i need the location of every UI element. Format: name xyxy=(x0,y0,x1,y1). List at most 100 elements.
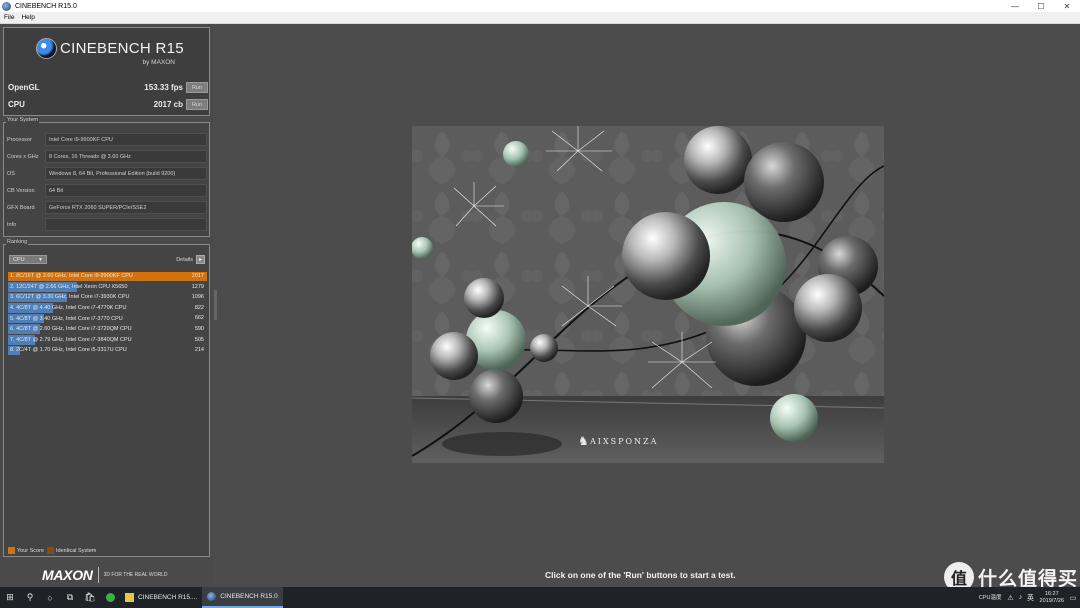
opengl-value: 153.33 fps xyxy=(144,83,183,92)
footer-divider xyxy=(97,567,99,583)
task-label: CINEBENCH R15.... xyxy=(138,594,198,601)
ranking-row-label: 4. 4C/8T @ 4.40 GHz, Intel Core i7-4770K… xyxy=(10,305,127,312)
system-row-processor: Processor Intel Core i9-9900KF CPU xyxy=(7,133,207,146)
cpu-run-button[interactable]: Run xyxy=(186,99,208,110)
window-title: CINEBENCH R15.0 xyxy=(15,2,77,10)
ranking-row-score: 2017 xyxy=(191,273,204,279)
ranking-row-label: 3. 6C/12T @ 3.30 GHz, Intel Core i7-3930… xyxy=(10,294,130,301)
cinebench-task-icon xyxy=(207,592,217,601)
system-value[interactable]: Intel Core i9-9900KF CPU xyxy=(45,133,207,146)
folder-icon xyxy=(125,593,134,602)
system-tray: CPU温度 ⚠ ♪ 英 16:27 2019/7/26 ▭ xyxy=(975,587,1078,608)
task-view-icon[interactable]: ⧉ xyxy=(60,587,80,608)
maximize-button[interactable]: ☐ xyxy=(1028,0,1054,12)
logo-by-maxon: by MAXON xyxy=(142,59,175,66)
details-label[interactable]: Details xyxy=(176,257,193,263)
maxon-tagline: 3D FOR THE REAL WORLD xyxy=(103,572,168,578)
ranking-row[interactable]: 3. 6C/12T @ 3.30 GHz, Intel Core i7-3930… xyxy=(8,292,207,303)
ranking-row[interactable]: 7. 4C/8T @ 2.79 GHz, Intel Core i7-3840Q… xyxy=(8,335,207,346)
cortana-icon[interactable]: ○ xyxy=(40,587,60,608)
render-preview-image: ♞ AIXSPONZA xyxy=(412,126,884,463)
opengl-label: OpenGL xyxy=(8,83,40,92)
system-key: OS xyxy=(7,170,15,177)
info-input[interactable] xyxy=(45,218,207,231)
legend-identical-system: Identical System xyxy=(56,547,97,554)
details-arrow-button[interactable]: ▸ xyxy=(196,255,205,264)
ranking-row[interactable]: 4. 4C/8T @ 4.40 GHz, Intel Core i7-4770K… xyxy=(8,303,207,314)
ranking-row-label: 5. 4C/8T @ 3.40 GHz, Intel Core i7-3770 … xyxy=(10,315,123,322)
ranking-row-score: 214 xyxy=(194,347,204,354)
cpu-value: 2017 cb xyxy=(153,100,183,109)
ranking-row-score: 1279 xyxy=(191,283,204,290)
ranking-row[interactable]: 2. 12C/24T @ 2.66 GHz, Intel Xeon CPU X5… xyxy=(8,282,207,293)
menu-file[interactable]: File xyxy=(0,14,17,21)
speaker-icon[interactable]: ♪ xyxy=(1016,594,1026,601)
ranking-row-label: 8. 2C/4T @ 1.70 GHz, Intel Core i5-3317U… xyxy=(10,347,127,354)
taskbar-task-cinebench[interactable]: CINEBENCH R15.0 xyxy=(202,587,283,608)
system-key: CB Version xyxy=(7,187,35,194)
opengl-score-row: OpenGL 153.33 fps Run xyxy=(8,81,208,94)
chevron-down-icon: ▼ xyxy=(38,257,43,263)
render-scene xyxy=(412,126,884,463)
menu-bar: File Help xyxy=(0,12,1080,24)
system-row-cb-version: CB Version 64 Bit xyxy=(7,184,207,197)
input-method-icon[interactable]: 英 xyxy=(1026,593,1036,603)
system-value[interactable]: 64 Bit xyxy=(45,184,207,197)
ranking-row-score: 505 xyxy=(194,336,204,343)
system-value[interactable]: 8 Cores, 16 Threads @ 3.60 GHz xyxy=(45,150,207,163)
windows-start-icon[interactable]: ⊞ xyxy=(0,587,20,608)
menu-help[interactable]: Help xyxy=(17,14,37,21)
green-app-icon[interactable] xyxy=(100,587,120,608)
aixsponza-credit: ♞ AIXSPONZA xyxy=(578,434,658,448)
title-bar: CINEBENCH R15.0 — ☐ ✕ xyxy=(0,0,1080,12)
task-label: CINEBENCH R15.0 xyxy=(220,593,278,600)
ranking-row-score: 662 xyxy=(194,315,204,322)
opengl-run-button[interactable]: Run xyxy=(186,82,208,93)
legend-your-score: Your Score xyxy=(17,547,45,554)
system-row-cores: Cores x GHz 8 Cores, 16 Threads @ 3.60 G… xyxy=(7,150,207,163)
close-button[interactable]: ✕ xyxy=(1054,0,1080,12)
taskbar: ⊞ ⚲ ○ ⧉ 🛍 CINEBENCH R15.... CINEBENCH R1… xyxy=(0,587,1080,608)
ranking-row-score: 1096 xyxy=(191,294,204,301)
your-system-panel: Your System Processor Intel Core i9-9900… xyxy=(3,117,210,237)
notification-icon[interactable]: ▭ xyxy=(1068,594,1078,602)
your-score-swatch xyxy=(8,547,15,554)
panel-splitter-handle[interactable] xyxy=(214,290,217,320)
cpu-temp-widget[interactable]: CPU温度 xyxy=(979,595,1002,601)
clock-date: 2019/7/26 xyxy=(1039,597,1064,604)
system-row-gfx: GFX Board GeForce RTX 2060 SUPER/PCIe/SS… xyxy=(7,201,207,214)
system-key: Cores x GHz xyxy=(7,153,39,160)
ranking-row[interactable]: 1. 8C/16T @ 3.60 GHz, Intel Core i9-9900… xyxy=(8,271,207,282)
ranking-row-label: 1. 8C/16T @ 3.60 GHz, Intel Core i9-9900… xyxy=(10,273,133,280)
ranking-row[interactable]: 5. 4C/8T @ 3.40 GHz, Intel Core i7-3770 … xyxy=(8,313,207,324)
network-alert-icon[interactable]: ⚠ xyxy=(1006,594,1016,602)
system-value[interactable]: Windows 8, 64 Bit, Professional Edition … xyxy=(45,167,207,180)
minimize-button[interactable]: — xyxy=(1002,0,1028,12)
system-row-os: OS Windows 8, 64 Bit, Professional Editi… xyxy=(7,167,207,180)
ranking-row[interactable]: 8. 2C/4T @ 1.70 GHz, Intel Core i5-3317U… xyxy=(8,345,207,356)
your-system-title: Your System xyxy=(6,117,39,123)
cpu-label: CPU xyxy=(8,100,25,109)
logo-brand: CINEBENCH R15 xyxy=(60,40,184,57)
logo-score-panel: CINEBENCH R15 by MAXON OpenGL 153.33 fps… xyxy=(3,27,210,116)
window-controls: — ☐ ✕ xyxy=(1002,0,1080,12)
system-value[interactable]: GeForce RTX 2060 SUPER/PCIe/SSE2 xyxy=(45,201,207,214)
ranking-row-label: 6. 4C/8T @ 2.60 GHz, Intel Core i7-3720Q… xyxy=(10,326,132,333)
aixsponza-wordmark: AIXSPONZA xyxy=(590,436,659,446)
ranking-legend: Your Score Identical System xyxy=(8,547,96,554)
ranking-row-score: 590 xyxy=(194,325,204,332)
ranking-list: 1. 8C/16T @ 3.60 GHz, Intel Core i9-9900… xyxy=(8,271,207,356)
aixsponza-mark-icon: ♞ xyxy=(578,434,589,448)
cinebench-lens-icon xyxy=(36,38,57,59)
ranking-row-score: 822 xyxy=(194,304,204,311)
ranking-row-label: 7. 4C/8T @ 2.79 GHz, Intel Core i7-3840Q… xyxy=(10,336,132,343)
taskbar-task-folder[interactable]: CINEBENCH R15.... xyxy=(120,587,202,608)
store-icon[interactable]: 🛍 xyxy=(80,587,100,608)
ranking-panel: Ranking CPU ▼ Details ▸ 1. 8C/16T @ 3.60… xyxy=(3,239,210,557)
ranking-type-select[interactable]: CPU ▼ xyxy=(9,255,47,264)
ranking-row[interactable]: 6. 4C/8T @ 2.60 GHz, Intel Core i7-3720Q… xyxy=(8,324,207,335)
taskbar-clock[interactable]: 16:27 2019/7/26 xyxy=(1040,591,1064,605)
search-icon[interactable]: ⚲ xyxy=(20,587,40,608)
maxon-wordmark: MAXON xyxy=(42,567,93,583)
ranking-select-value: CPU xyxy=(13,256,25,263)
